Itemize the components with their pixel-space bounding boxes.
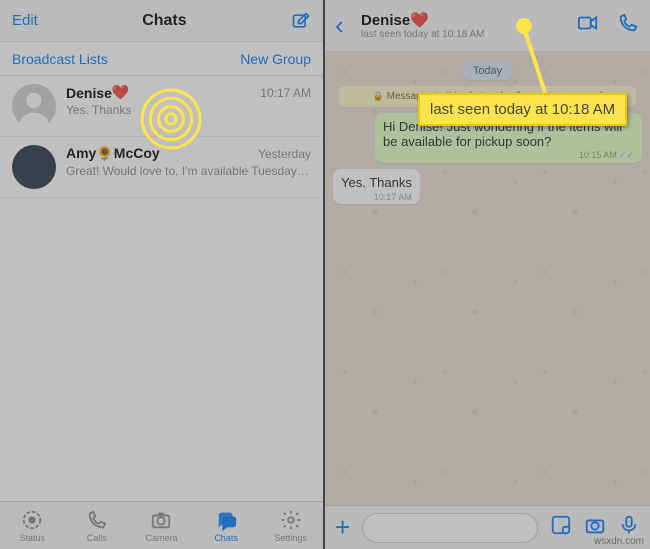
new-group-link[interactable]: New Group [240,51,311,67]
tab-label: Chats [214,533,238,543]
message-time: 10:17 AM [374,192,412,202]
chat-time: Yesterday [258,147,311,161]
video-call-icon[interactable] [576,12,600,39]
read-ticks-icon: ✓✓ [619,150,634,160]
tab-label: Status [20,533,46,543]
compose-icon[interactable] [291,11,311,31]
watermark: wsxdn.com [594,536,644,547]
message-time: 10:15 AM✓✓ [579,150,634,161]
tab-settings[interactable]: Settings [258,502,323,549]
voice-call-icon[interactable] [616,12,640,39]
chat-time: 10:17 AM [260,86,311,100]
broadcast-lists-link[interactable]: Broadcast Lists [12,51,108,67]
tab-chats[interactable]: Chats [194,502,259,549]
tab-label: Calls [87,533,107,543]
callout-box: last seen today at 10:18 AM [418,93,627,126]
chats-list-screen: Edit Chats Broadcast Lists New Group Den… [0,0,325,549]
chats-title: Chats [142,12,186,30]
message-input[interactable] [362,513,538,543]
chat-list: Denise❤️ Yes. Thanks 10:17 AM Amy🌻McCoy … [0,76,323,198]
tab-label: Camera [145,533,177,543]
chats-header: Edit Chats [0,0,323,42]
back-icon[interactable]: ‹ [335,10,355,41]
edit-button[interactable]: Edit [12,12,38,29]
tab-camera[interactable]: Camera [129,502,194,549]
tab-bar: Status Calls Camera Chats Settings [0,501,323,549]
chats-subheader: Broadcast Lists New Group [0,42,323,76]
heart-icon: ❤️ [112,84,129,101]
chat-preview: Great! Would love to, I'm available Tues… [66,164,311,178]
tab-label: Settings [274,533,307,543]
avatar [12,145,56,189]
tab-calls[interactable]: Calls [65,502,130,549]
contact-name: Denise [361,12,410,29]
chat-preview: Yes. Thanks [66,103,311,117]
attach-icon[interactable]: + [335,512,350,543]
heart-icon: ❤️ [410,11,429,29]
message-incoming[interactable]: Yes. Thanks 10:17 AM [333,169,420,204]
chat-row-amy[interactable]: Amy🌻McCoy Great! Would love to, I'm avai… [0,137,323,198]
message-text: Yes. Thanks [341,175,412,190]
thread-header: ‹ Denise❤️ last seen today at 10:18 AM [325,0,650,52]
chat-name: Denise [66,85,112,101]
sticker-icon[interactable] [550,514,572,541]
chat-row-denise[interactable]: Denise❤️ Yes. Thanks 10:17 AM [0,76,323,137]
chat-name: Amy🌻McCoy [66,145,160,162]
chat-thread-screen: ‹ Denise❤️ last seen today at 10:18 AM T… [325,0,650,549]
avatar [12,84,56,128]
callout-anchor [516,18,532,34]
tab-status[interactable]: Status [0,502,65,549]
